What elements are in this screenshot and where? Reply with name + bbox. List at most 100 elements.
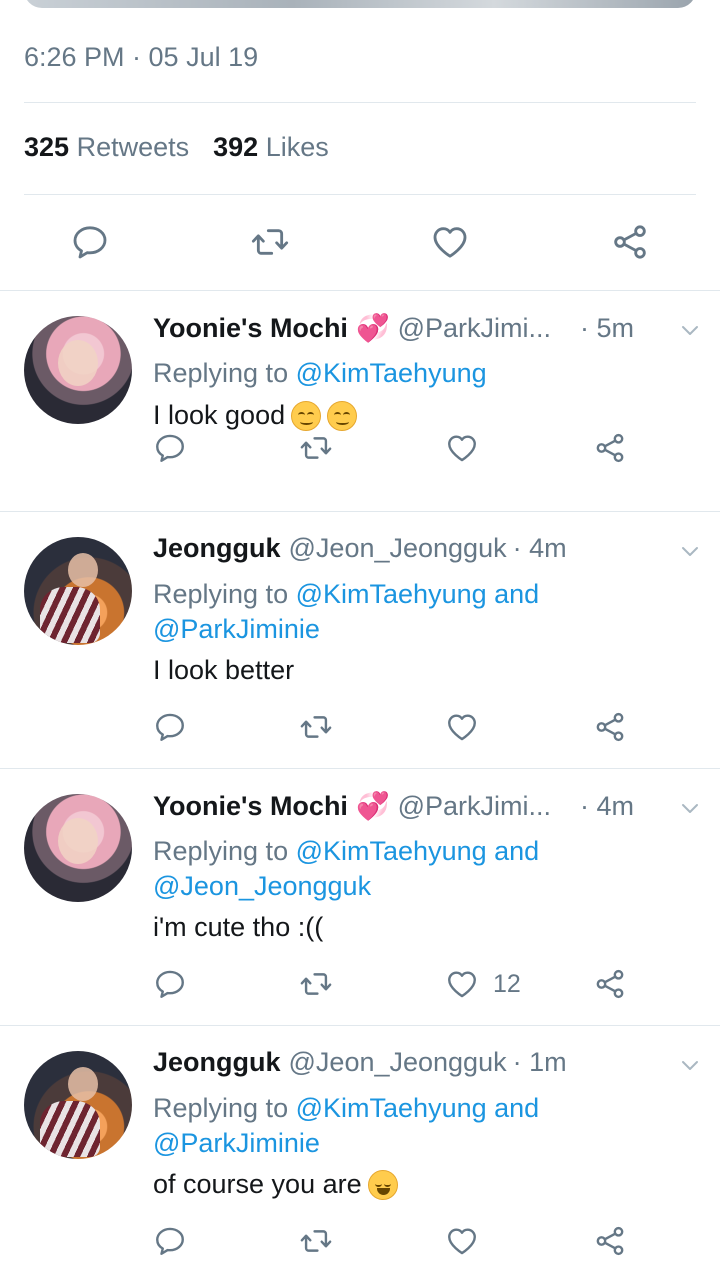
reply-button[interactable] [153, 1219, 187, 1263]
share-button[interactable] [593, 705, 627, 749]
replying-prefix: Replying to [153, 836, 289, 866]
like-button[interactable]: 12 [445, 962, 521, 1006]
retweet-icon [250, 222, 290, 262]
tweet-text: I look better [153, 655, 294, 686]
tweet-timestamp: 6:26 PM · 05 Jul 19 [24, 42, 259, 72]
mention-link[interactable]: @KimTaehyung and [296, 579, 540, 609]
reply-icon [153, 967, 187, 1001]
divider [0, 290, 720, 291]
chevron-down-icon[interactable] [678, 796, 702, 820]
retweets-count: 325 [24, 132, 70, 162]
retweet-button[interactable] [299, 962, 333, 1006]
replying-to: Replying to @KimTaehyung [153, 356, 673, 391]
tweet-action-bar [0, 210, 720, 272]
replying-to: Replying to @KimTaehyung and @ParkJimini… [153, 577, 673, 647]
reply-action-bar [153, 426, 653, 470]
engagement-stats: 325 Retweets 392 Likes [24, 132, 329, 163]
like-button[interactable] [445, 705, 493, 749]
replying-prefix: Replying to [153, 358, 289, 388]
like-count: 12 [493, 969, 521, 998]
reply-button[interactable] [153, 426, 187, 470]
mention-link[interactable]: @KimTaehyung [296, 358, 487, 388]
hearts-emoji: 💞 [355, 313, 390, 343]
display-name[interactable]: Jeongguk [153, 1047, 281, 1078]
retweet-button[interactable] [299, 1219, 333, 1263]
reply-icon [153, 710, 187, 744]
replying-to: Replying to @KimTaehyung and @ParkJimini… [153, 1091, 673, 1161]
likes-stat[interactable]: 392 Likes [213, 132, 329, 163]
reply-tweet[interactable]: Jeongguk @Jeon_Jeongguk · 1m Replying to… [0, 1027, 720, 1277]
user-handle[interactable]: @ParkJimi... [398, 791, 551, 822]
retweets-stat[interactable]: 325 Retweets [24, 132, 189, 163]
share-button[interactable] [593, 1219, 627, 1263]
display-name[interactable]: Yoonie's Mochi [153, 791, 348, 822]
tweet-text: of course you are [153, 1169, 398, 1200]
avatar[interactable] [24, 316, 132, 424]
likes-label: Likes [265, 132, 329, 162]
like-icon [430, 222, 470, 262]
mention-link[interactable]: @ParkJiminie [153, 614, 320, 644]
reply-action-bar [153, 1219, 653, 1263]
tweet-time: · 4m [512, 533, 567, 563]
share-button[interactable] [593, 426, 627, 470]
mention-link[interactable]: @Jeon_Jeongguk [153, 871, 371, 901]
like-button[interactable] [445, 1219, 493, 1263]
like-icon [445, 710, 479, 744]
likes-count: 392 [213, 132, 259, 162]
mention-link[interactable]: @KimTaehyung and [296, 1093, 540, 1123]
like-button[interactable] [428, 220, 472, 264]
avatar[interactable] [24, 537, 132, 645]
tweet-text-content: of course you are [153, 1169, 362, 1199]
retweet-button[interactable] [299, 705, 333, 749]
divider [0, 768, 720, 769]
share-icon [610, 222, 650, 262]
like-button[interactable] [445, 426, 493, 470]
retweet-button[interactable] [299, 426, 333, 470]
reply-button[interactable] [153, 705, 187, 749]
display-name[interactable]: Yoonie's Mochi [153, 313, 348, 344]
share-button[interactable] [593, 962, 627, 1006]
replying-to: Replying to @KimTaehyung and @Jeon_Jeong… [153, 834, 673, 904]
like-icon [445, 1224, 479, 1258]
user-handle[interactable]: @ParkJimi... [398, 313, 551, 344]
chevron-down-icon[interactable] [678, 1053, 702, 1077]
retweet-icon [299, 967, 333, 1001]
avatar[interactable] [24, 794, 132, 902]
reply-button[interactable] [153, 962, 187, 1006]
user-handle[interactable]: @Jeon_Jeongguk [289, 1047, 507, 1078]
mention-link[interactable]: @KimTaehyung and [296, 836, 540, 866]
reply-tweet[interactable]: Jeongguk @Jeon_Jeongguk · 4m Replying to… [0, 513, 720, 770]
replying-prefix: Replying to [153, 579, 289, 609]
retweet-icon [299, 1224, 333, 1258]
mention-link[interactable]: @ParkJiminie [153, 1128, 320, 1158]
reply-action-bar [153, 705, 653, 749]
laughing-face-emoji [367, 1169, 398, 1200]
tweet-text: i'm cute tho :(( [153, 912, 323, 943]
divider [0, 1025, 720, 1026]
reply-button[interactable] [68, 220, 112, 264]
chevron-down-icon[interactable] [678, 318, 702, 342]
divider [0, 511, 720, 512]
reply-tweet[interactable]: Yoonie's Mochi 💞 @ParkJimi... · 4m Reply… [0, 770, 720, 1027]
tweet-media-image[interactable] [24, 0, 696, 8]
reply-action-bar: 12 [153, 962, 653, 1006]
display-name[interactable]: Jeongguk [153, 533, 281, 564]
like-icon [445, 431, 479, 465]
retweet-button[interactable] [248, 220, 292, 264]
retweet-icon [299, 431, 333, 465]
retweets-label: Retweets [76, 132, 190, 162]
replying-prefix: Replying to [153, 1093, 289, 1123]
tweet-time: · 5m [580, 312, 634, 343]
retweet-icon [299, 710, 333, 744]
divider [24, 102, 696, 103]
share-icon [593, 967, 627, 1001]
tweet-text-content: I look better [153, 655, 295, 685]
user-handle[interactable]: @Jeon_Jeongguk [289, 533, 507, 564]
avatar[interactable] [24, 1051, 132, 1159]
chevron-down-icon[interactable] [678, 539, 702, 563]
reply-icon [70, 222, 110, 262]
share-icon [593, 1224, 627, 1258]
share-button[interactable] [608, 220, 652, 264]
reply-icon [153, 431, 187, 465]
tweet-text-content: i'm cute tho :(( [153, 912, 324, 942]
